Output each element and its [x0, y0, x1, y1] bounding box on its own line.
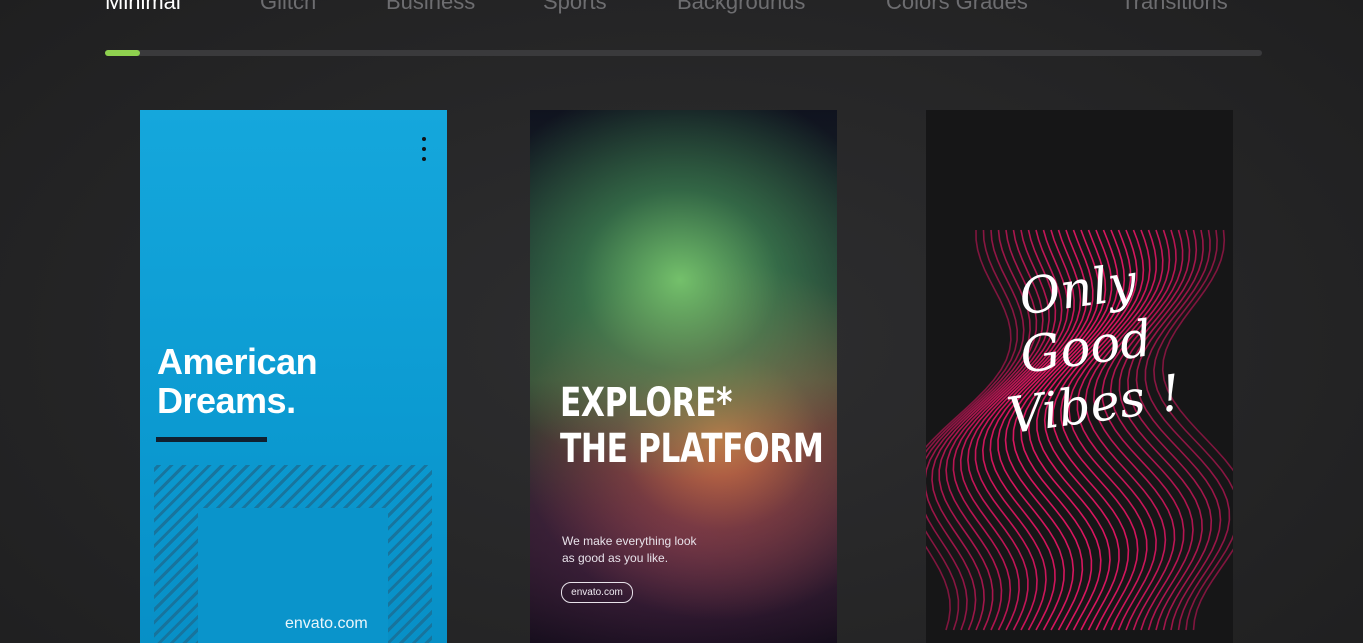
- tab-scroll-indicator[interactable]: [105, 50, 140, 56]
- card-title: EXPLORE* THE PLATFORM: [560, 380, 824, 472]
- template-browser: Minimal Glitch Business Sports Backgroun…: [0, 0, 1363, 643]
- tab-minimal[interactable]: Minimal: [105, 0, 181, 15]
- card-cta-button[interactable]: envato.com: [561, 582, 633, 603]
- card-title-line: Dreams.: [157, 380, 296, 421]
- tab-glitch[interactable]: Glitch: [260, 0, 316, 15]
- card-subtitle-line: We make everything look: [562, 534, 697, 548]
- title-underline: [156, 437, 267, 442]
- template-card-explore-the-platform[interactable]: EXPLORE* THE PLATFORM We make everything…: [530, 110, 837, 643]
- template-card-american-dreams[interactable]: American Dreams. envato.com: [140, 110, 447, 643]
- card-title-line: THE PLATFORM: [560, 426, 824, 472]
- card-subtitle: We make everything look as good as you l…: [562, 533, 732, 567]
- tab-business[interactable]: Business: [386, 0, 475, 15]
- card-title-line: American: [157, 341, 318, 382]
- tab-colors-grades[interactable]: Colors Grades: [886, 0, 1028, 15]
- template-card-only-good-vibes[interactable]: Only Good Vibes !: [926, 110, 1233, 643]
- card-title: American Dreams.: [157, 341, 318, 421]
- tab-sports[interactable]: Sports: [543, 0, 607, 15]
- kebab-menu-icon[interactable]: [418, 137, 430, 161]
- card-title-line: EXPLORE*: [560, 380, 733, 426]
- card-subtitle-line: as good as you like.: [562, 551, 669, 565]
- category-tab-bar: Minimal Glitch Business Sports Backgroun…: [0, 0, 1363, 40]
- tab-backgrounds[interactable]: Backgrounds: [677, 0, 805, 15]
- tab-transitions[interactable]: Transitions: [1121, 0, 1228, 15]
- tab-scroll-track[interactable]: [105, 50, 1262, 56]
- card-footer-url: envato.com: [285, 615, 368, 632]
- script-text: Only Good Vibes !: [970, 246, 1202, 448]
